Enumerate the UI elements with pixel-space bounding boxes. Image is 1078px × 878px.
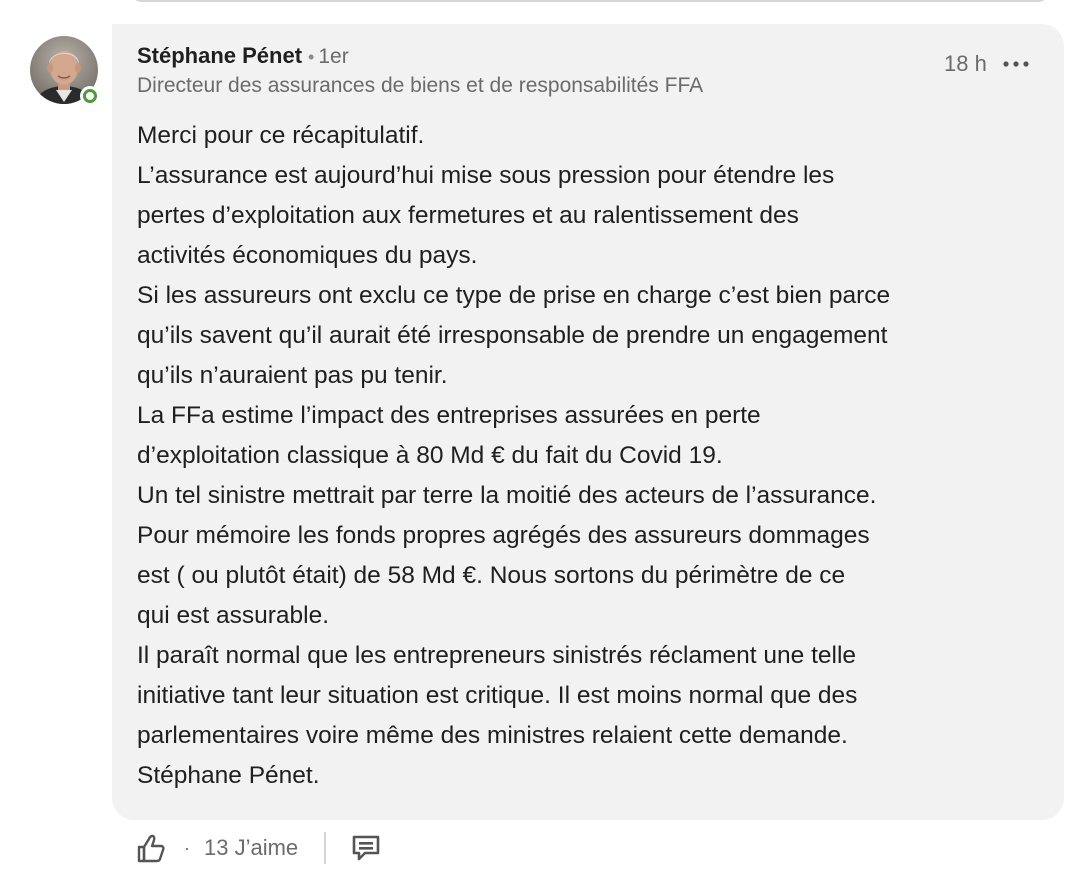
- comment-actions: · 13 J’aime: [136, 828, 382, 868]
- comment-line: qu’ils n’auraient pas pu tenir.: [137, 362, 448, 389]
- comment-line: qui est assurable.: [137, 602, 330, 629]
- previous-comment-edge: [130, 0, 1050, 2]
- comment-line: L’assurance est aujourd’hui mise sous pr…: [137, 162, 835, 189]
- more-options-button[interactable]: [1000, 50, 1032, 78]
- comment-line: Il paraît normal que les entrepreneurs s…: [137, 642, 857, 669]
- comment-timestamp: 18 h: [944, 51, 987, 76]
- like-count[interactable]: 13 J’aime: [204, 835, 298, 861]
- comment-icon: [352, 835, 380, 861]
- comment-line: Si les assureurs ont exclu ce type de pr…: [137, 282, 891, 309]
- comment-line: initiative tant leur situation est criti…: [137, 682, 858, 709]
- comment-text: Merci pour ce récapitulatif. L’assurance…: [137, 116, 1047, 796]
- comment-line: La FFa estime l’impact des entreprises a…: [137, 402, 761, 429]
- author-name[interactable]: Stéphane Pénet: [137, 43, 302, 68]
- comment-line: Un tel sinistre mettrait par terre la mo…: [137, 482, 877, 509]
- ellipsis-icon: [1003, 61, 1029, 67]
- comment-line: activités économiques du pays.: [137, 242, 478, 269]
- author-line: Stéphane Pénet • 1er: [137, 42, 349, 71]
- comment-line: Stéphane Pénet.: [137, 762, 320, 789]
- online-status-indicator: [80, 86, 100, 106]
- comment-line: d’exploitation classique à 80 Md € du fa…: [137, 442, 723, 469]
- comment-line: Pour mémoire les fonds propres agrégés d…: [137, 522, 870, 549]
- thumbs-up-icon: [137, 834, 165, 863]
- comment-line: parlementaires voire même des ministres …: [137, 722, 848, 749]
- comment-line: qu’ils savent qu’il aurait été irrespons…: [137, 322, 888, 349]
- connection-degree: 1er: [318, 45, 349, 68]
- like-button[interactable]: [136, 832, 166, 864]
- comment-line: pertes d’exploitation aux fermetures et …: [137, 202, 799, 229]
- author-headline: Directeur des assurances de biens et de …: [137, 74, 704, 97]
- comment-line: est ( ou plutôt était) de 58 Md €. Nous …: [137, 562, 846, 589]
- comment-line: Merci pour ce récapitulatif.: [137, 122, 425, 149]
- degree-separator: •: [308, 47, 315, 67]
- reply-button[interactable]: [350, 832, 382, 864]
- actions-separator: ·: [184, 837, 190, 858]
- actions-divider: [324, 832, 327, 864]
